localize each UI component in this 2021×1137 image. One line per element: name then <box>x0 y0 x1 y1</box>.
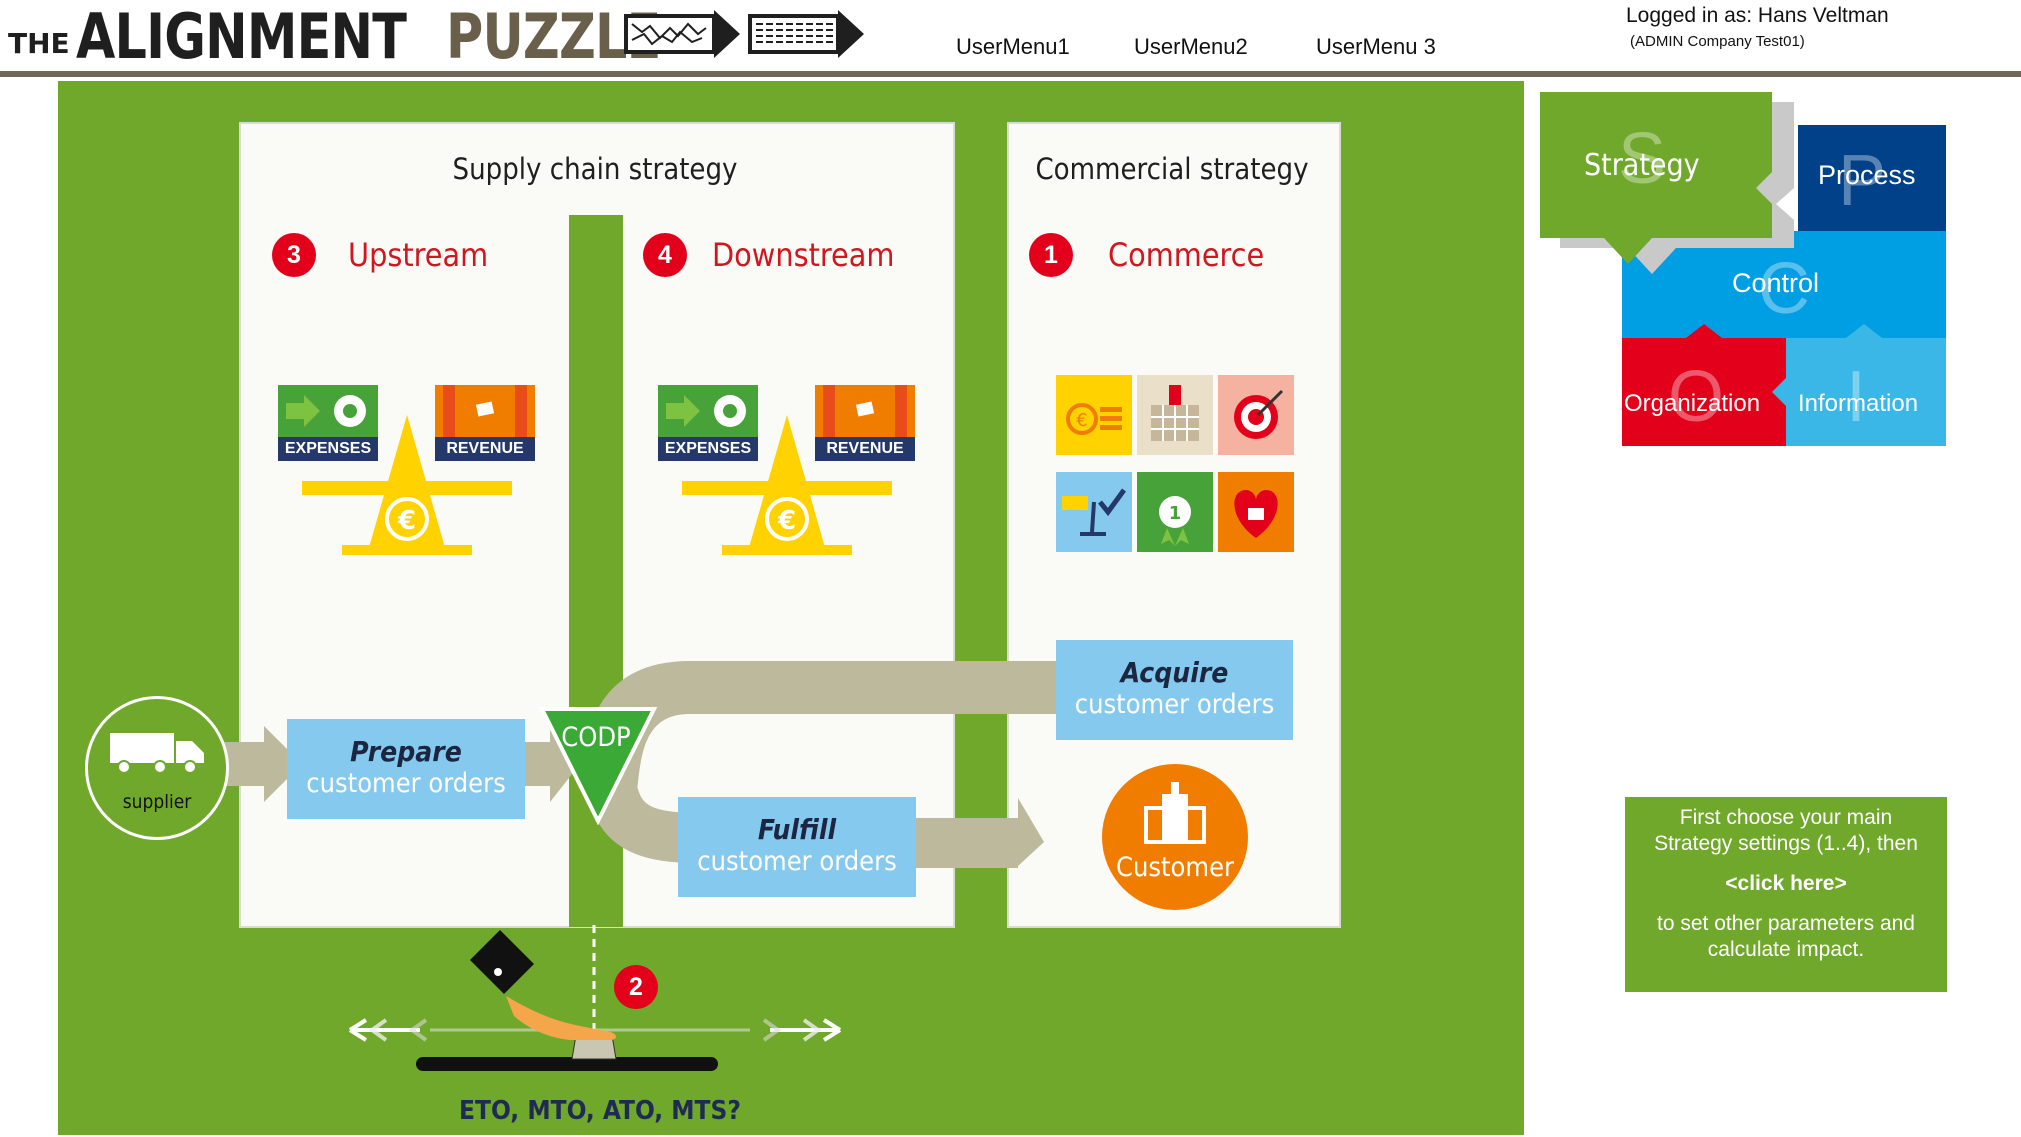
prepare-subtitle: customer orders <box>306 768 506 799</box>
instruction-box: First choose your main Strategy settings… <box>1625 797 1947 992</box>
codp-label: CODP <box>561 722 631 753</box>
truck-icon <box>110 733 204 774</box>
customer-building-icon <box>1144 782 1206 844</box>
prepare-orders-box[interactable]: Prepare customer orders <box>287 719 525 819</box>
instruction-line-2: Strategy settings (1..4), then <box>1654 832 1918 855</box>
click-here-link[interactable]: <click here> <box>1625 871 1947 897</box>
fulfill-title: Fulfill <box>757 813 837 846</box>
fulfill-orders-box[interactable]: Fulfill customer orders <box>678 797 916 897</box>
customer-node: Customer <box>1102 764 1248 910</box>
customer-label: Customer <box>1116 852 1234 883</box>
instruction-line-1: First choose your main <box>1679 806 1893 829</box>
puzzle-organization[interactable]: Organization <box>1624 390 1760 418</box>
codp-slider-badge[interactable]: 2 <box>614 965 658 1009</box>
supplier-label: supplier <box>122 791 192 813</box>
puzzle-process[interactable]: Process <box>1818 160 1916 191</box>
prepare-title: Prepare <box>350 735 462 768</box>
instruction-line-3: to set other parameters and <box>1657 912 1915 935</box>
puzzle-strategy[interactable]: Strategy <box>1584 148 1700 183</box>
puzzle-information[interactable]: Information <box>1798 390 1918 418</box>
acquire-subtitle: customer orders <box>1074 689 1275 720</box>
acquire-title: Acquire <box>1120 656 1229 689</box>
codp-slider-label: ETO, MTO, ATO, MTS? <box>459 1096 741 1126</box>
supplier-node: supplier <box>85 696 229 840</box>
pointing-hand-icon <box>470 930 616 1040</box>
puzzle-control[interactable]: Control <box>1732 268 1819 299</box>
fulfill-subtitle: customer orders <box>697 846 897 877</box>
acquire-orders-box[interactable]: Acquire customer orders <box>1056 640 1293 740</box>
instruction-line-4: calculate impact. <box>1707 938 1865 961</box>
